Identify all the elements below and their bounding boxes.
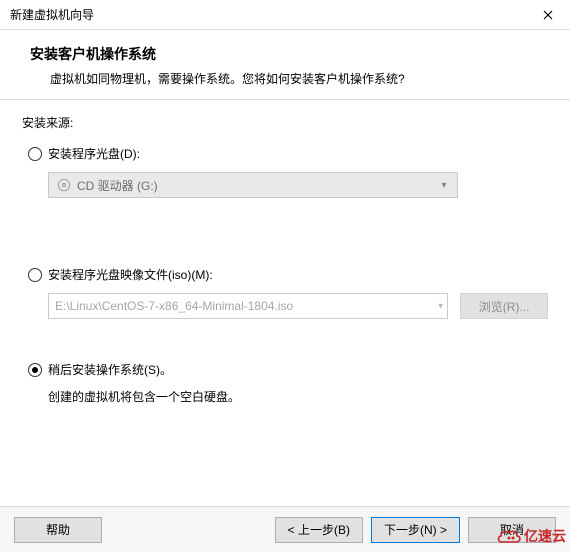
disc-icon: [57, 178, 71, 192]
header-subtitle: 虚拟机如同物理机，需要操作系统。您将如何安装客户机操作系统?: [30, 70, 552, 87]
later-note: 创建的虚拟机将包含一个空白硬盘。: [48, 388, 548, 405]
wizard-header: 安装客户机操作系统 虚拟机如同物理机，需要操作系统。您将如何安装客户机操作系统?: [0, 30, 570, 100]
back-button[interactable]: < 上一步(B): [275, 517, 363, 543]
iso-path-text: E:\Linux\CentOS-7-x86_64-Minimal-1804.is…: [55, 299, 293, 313]
next-button[interactable]: 下一步(N) >: [371, 517, 460, 543]
wizard-body: 安装来源: 安装程序光盘(D): CD 驱动器 (G:) ▾ 安装程序光盘映像文…: [0, 100, 570, 405]
close-icon: [543, 10, 553, 20]
radio-disc[interactable]: 安装程序光盘(D):: [28, 145, 548, 162]
disc-drive-combo[interactable]: CD 驱动器 (G:) ▾: [48, 172, 458, 198]
radio-icon: [28, 147, 42, 161]
radio-icon-checked: [28, 363, 42, 377]
iso-path-combo[interactable]: E:\Linux\CentOS-7-x86_64-Minimal-1804.is…: [48, 293, 448, 319]
browse-button[interactable]: 浏览(R)...: [460, 293, 548, 319]
window-title: 新建虚拟机向导: [10, 6, 526, 23]
radio-later-label: 稍后安装操作系统(S)。: [48, 361, 172, 378]
radio-iso[interactable]: 安装程序光盘映像文件(iso)(M):: [28, 266, 548, 283]
chevron-down-icon: ▾: [438, 301, 443, 312]
radio-icon: [28, 268, 42, 282]
option-disc: 安装程序光盘(D): CD 驱动器 (G:) ▾: [22, 145, 548, 198]
help-button[interactable]: 帮助: [14, 517, 102, 543]
chevron-down-icon: ▾: [435, 180, 453, 191]
close-button[interactable]: [526, 0, 570, 30]
wizard-footer: 帮助 < 上一步(B) 下一步(N) > 取消: [0, 506, 570, 552]
disc-drive-text: CD 驱动器 (G:): [77, 177, 158, 194]
radio-later[interactable]: 稍后安装操作系统(S)。: [28, 361, 548, 378]
option-later: 稍后安装操作系统(S)。 创建的虚拟机将包含一个空白硬盘。: [22, 361, 548, 405]
radio-disc-label: 安装程序光盘(D):: [48, 145, 140, 162]
radio-iso-label: 安装程序光盘映像文件(iso)(M):: [48, 266, 213, 283]
option-iso: 安装程序光盘映像文件(iso)(M): E:\Linux\CentOS-7-x8…: [22, 266, 548, 319]
source-label: 安装来源:: [22, 114, 548, 131]
header-title: 安装客户机操作系统: [30, 44, 552, 64]
titlebar: 新建虚拟机向导: [0, 0, 570, 30]
cancel-button[interactable]: 取消: [468, 517, 556, 543]
